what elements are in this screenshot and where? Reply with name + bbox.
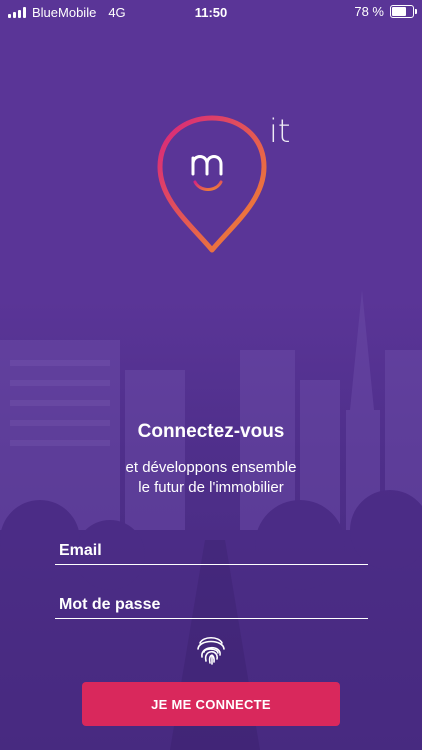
subtitle-line-2: le futur de l'immobilier xyxy=(138,479,284,496)
email-field-container xyxy=(55,538,368,565)
email-field[interactable] xyxy=(55,538,368,564)
status-bar: BlueMobile 4G 11:50 78 % xyxy=(0,0,422,24)
password-field-container xyxy=(55,592,368,619)
fingerprint-icon[interactable] xyxy=(193,631,229,667)
battery-icon xyxy=(390,5,417,18)
login-title: Connectez-vous xyxy=(137,421,285,442)
subtitle-line-1: et développons ensemble xyxy=(125,459,297,476)
login-subtitle: et développons ensemble le futur de l'im… xyxy=(0,458,422,498)
battery-percent: 78 % xyxy=(354,4,384,19)
login-button[interactable]: JE ME CONNECTE xyxy=(82,682,340,726)
password-field[interactable] xyxy=(55,592,368,618)
city-background-image xyxy=(0,290,422,750)
logo-suffix: it xyxy=(269,112,291,150)
